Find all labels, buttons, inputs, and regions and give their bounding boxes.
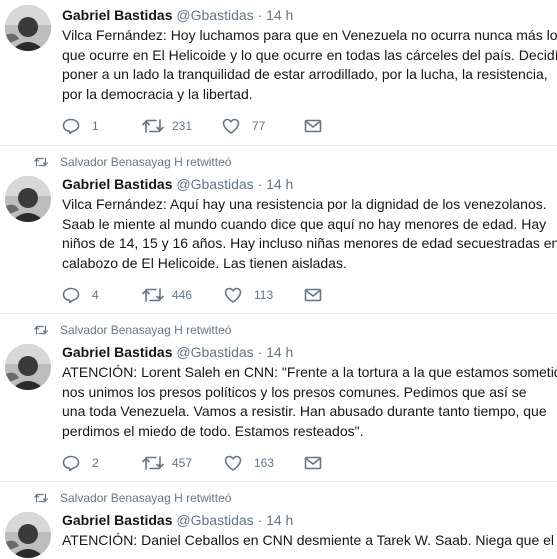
tweet[interactable]: Salvador Benasayag H retwitteó Gabriel B… <box>0 146 557 314</box>
tweet-text-line: nos unimos los presos políticos y los pr… <box>62 383 527 400</box>
like-count: 113 <box>254 288 274 302</box>
separator-dot: · <box>257 512 263 528</box>
retweet-context: Salvador Benasayag H retwitteó <box>34 491 231 505</box>
separator-dot: · <box>257 344 263 360</box>
timestamp[interactable]: 14 h <box>266 344 293 360</box>
retweet-context: Salvador Benasayag H retwitteó <box>34 155 231 169</box>
retweet-icon <box>142 288 164 302</box>
envelope-icon <box>304 456 322 470</box>
tweet-text: Vilca Fernández: Aquí hay una resistenci… <box>62 195 557 273</box>
author-name[interactable]: Gabriel Bastidas <box>62 176 173 192</box>
like-count: 163 <box>254 456 275 470</box>
retweet-count: 446 <box>172 288 193 302</box>
like-button[interactable]: 77 <box>222 118 265 134</box>
avatar[interactable] <box>5 344 51 390</box>
reply-icon <box>62 118 80 134</box>
tweet-text-line: calabozo de El Helicoide. Las tienen ais… <box>62 254 347 271</box>
tweet-text-line: ATENCIÓN: Daniel Ceballos en CNN desmien… <box>62 532 555 548</box>
avatar[interactable] <box>5 176 51 222</box>
tweet-text-line: Vilca Fernández: Hoy luchamos para que e… <box>62 27 557 43</box>
envelope-icon <box>304 119 322 133</box>
author-handle[interactable]: @Gbastidas <box>176 344 253 360</box>
reply-count: 4 <box>92 288 99 302</box>
retweet-button[interactable]: 457 <box>142 455 192 471</box>
avatar[interactable] <box>5 5 51 51</box>
like-button[interactable]: 113 <box>224 287 273 303</box>
heart-icon <box>224 455 242 471</box>
tweet-text-line: perdimos el miedo de todo. Estamos reste… <box>62 422 364 439</box>
tweet-header: Gabriel Bastidas @Gbastidas · 14 h <box>62 176 293 192</box>
tweet-text: ATENCIÓN: Daniel Ceballos en CNN desmien… <box>62 531 557 551</box>
author-handle[interactable]: @Gbastidas <box>176 7 253 23</box>
author-name[interactable]: Gabriel Bastidas <box>62 7 173 23</box>
author-handle[interactable]: @Gbastidas <box>176 176 253 192</box>
reply-button[interactable]: 4 <box>62 287 99 303</box>
retweet-icon <box>142 119 164 133</box>
tweet-text: Vilca Fernández: Hoy luchamos para que e… <box>62 26 557 104</box>
retweeted-by-label[interactable]: Salvador Benasayag H retwitteó <box>60 491 231 505</box>
tweet[interactable]: Salvador Benasayag H retwitteó Gabriel B… <box>0 482 557 559</box>
tweet-header: Gabriel Bastidas @Gbastidas · 14 h <box>62 7 293 23</box>
tweet-text-line: poner a un lado la tranquilidad de estar… <box>62 66 548 82</box>
tweet-header: Gabriel Bastidas @Gbastidas · 14 h <box>62 512 293 528</box>
direct-message-button[interactable] <box>304 118 322 134</box>
retweet-icon <box>34 493 48 503</box>
timeline-feed: Gabriel Bastidas @Gbastidas · 14 h Vilca… <box>0 0 557 559</box>
separator-dot: · <box>257 176 263 192</box>
reply-count: 1 <box>92 119 99 133</box>
tweet-header: Gabriel Bastidas @Gbastidas · 14 h <box>62 344 293 360</box>
separator-dot: · <box>257 7 263 23</box>
tweet[interactable]: Gabriel Bastidas @Gbastidas · 14 h Vilca… <box>0 0 557 146</box>
tweet-text-line: que ocurre en El Helicoide y lo que ocur… <box>62 46 557 63</box>
heart-icon <box>222 118 240 134</box>
timestamp[interactable]: 14 h <box>266 512 293 528</box>
timestamp[interactable]: 14 h <box>266 7 293 23</box>
retweet-context: Salvador Benasayag H retwitteó <box>34 323 231 337</box>
retweet-count: 457 <box>172 456 193 470</box>
reply-count: 2 <box>92 456 99 470</box>
envelope-icon <box>304 288 322 302</box>
reply-icon <box>62 287 80 303</box>
reply-button[interactable]: 2 <box>62 455 99 471</box>
tweet-text-line: ATENCIÓN: Lorent Saleh en CNN: "Frente a… <box>62 364 557 380</box>
author-name[interactable]: Gabriel Bastidas <box>62 512 173 528</box>
tweet-text-line: niños de 14, 15 y 16 años. Hay incluso n… <box>62 235 557 251</box>
author-name[interactable]: Gabriel Bastidas <box>62 344 173 360</box>
retweet-icon <box>34 157 48 167</box>
tweet-text-line: Vilca Fernández: Aquí hay una resistenci… <box>62 196 547 212</box>
direct-message-button[interactable] <box>304 287 322 303</box>
tweet[interactable]: Salvador Benasayag H retwitteó Gabriel B… <box>0 314 557 482</box>
reply-button[interactable]: 1 <box>62 118 99 134</box>
like-button[interactable]: 163 <box>224 455 274 471</box>
author-handle[interactable]: @Gbastidas <box>176 512 253 528</box>
avatar[interactable] <box>5 512 51 558</box>
tweet-text-line: por la democracia y la libertad. <box>62 85 253 102</box>
tweet-text-line: una toda Venezuela. Vamos a resistir. Ha… <box>62 403 547 419</box>
tweet-text: ATENCIÓN: Lorent Saleh en CNN: "Frente a… <box>62 363 557 441</box>
reply-icon <box>62 455 80 471</box>
retweet-icon <box>142 456 164 470</box>
retweet-icon <box>34 325 48 335</box>
like-count: 77 <box>252 119 266 133</box>
retweeted-by-label[interactable]: Salvador Benasayag H retwitteó <box>60 323 231 337</box>
retweet-button[interactable]: 231 <box>142 118 192 134</box>
retweeted-by-label[interactable]: Salvador Benasayag H retwitteó <box>60 155 231 169</box>
heart-icon <box>224 287 242 303</box>
retweet-count: 231 <box>172 119 193 133</box>
direct-message-button[interactable] <box>304 455 322 471</box>
tweet-text-line: Saab le miente al mundo cuando dice que … <box>62 215 547 232</box>
timestamp[interactable]: 14 h <box>266 176 293 192</box>
retweet-button[interactable]: 446 <box>142 287 192 303</box>
